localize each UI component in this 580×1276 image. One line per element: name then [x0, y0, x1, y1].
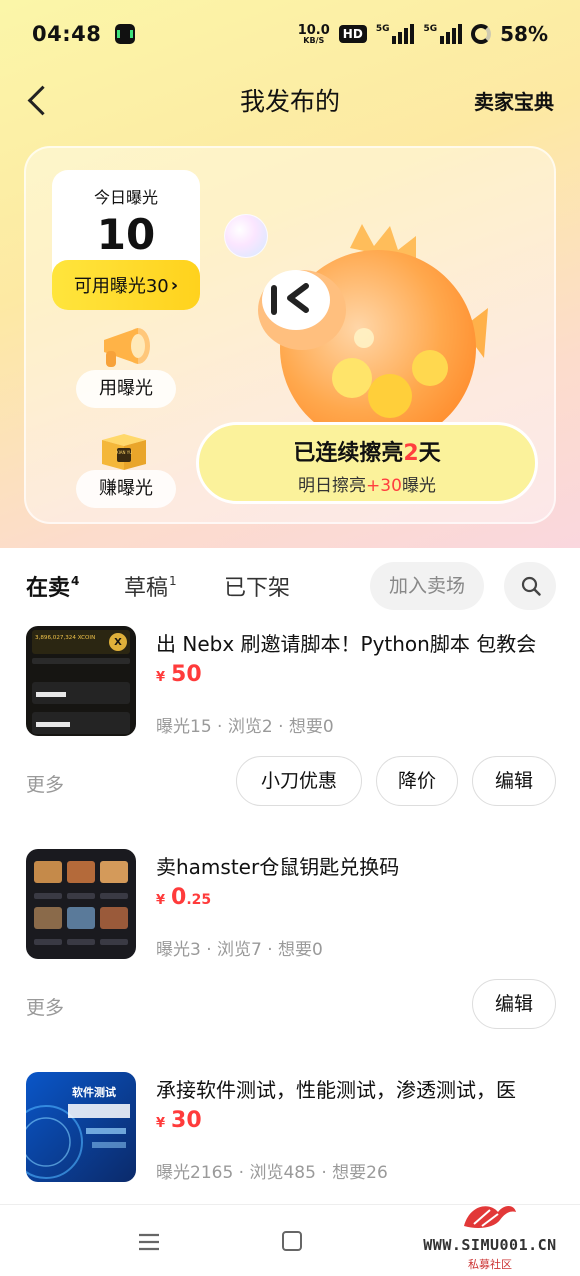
available-exposure-label: 可用曝光30: [73, 276, 169, 297]
watermark-text: WWW.SIMU001.CN: [423, 1236, 557, 1254]
use-exposure-button[interactable]: 用曝光: [76, 370, 176, 408]
price-currency: ¥: [156, 1116, 166, 1131]
network-speed-unit: KB/S: [303, 35, 325, 45]
thumbnail-image: 软件测试: [26, 1072, 136, 1182]
signal-icon-2: 5G: [423, 24, 463, 44]
tomorrow-prefix: 明日擦亮: [298, 476, 367, 496]
tab-drafts-count: 1: [169, 574, 177, 588]
price-decimal: .25: [186, 892, 212, 908]
listing-stats: 曝光2165 · 浏览485 · 想要26: [156, 1163, 388, 1183]
more-button[interactable]: 更多: [26, 993, 64, 1020]
listing-thumbnail[interactable]: [26, 849, 136, 959]
edit-button[interactable]: 编辑: [472, 756, 556, 806]
thumbnail-caption: 3,896,027,324 XCOIN: [35, 635, 95, 641]
listing-item[interactable]: 3,896,027,324 XCOIN X 出 Nebx 刷邀请脚本！Pytho…: [0, 626, 580, 806]
price-amount: 50: [171, 662, 202, 687]
earn-exposure-button[interactable]: 赚曝光: [76, 470, 176, 508]
tab-on-sale-count: 4: [71, 574, 80, 588]
site-watermark: WWW.SIMU001.CN 私募社区: [402, 1196, 578, 1272]
tab-drafts[interactable]: 草稿1: [124, 570, 177, 602]
tab-delisted-label: 已下架: [224, 576, 291, 601]
tomorrow-bonus-text: 明日擦亮+30曝光: [199, 471, 535, 496]
tab-drafts-label: 草稿: [124, 576, 169, 601]
watermark-logo-icon: [464, 1206, 516, 1228]
exposure-promo-card: 今日曝光 10 可用曝光30 › 用曝光 XIAN YU 赚曝光 已连续擦亮2天…: [24, 146, 556, 524]
listing-price: ¥30: [156, 1108, 202, 1133]
knife-discount-button[interactable]: 小刀优惠: [236, 756, 362, 806]
tab-on-sale-label: 在卖: [26, 576, 71, 601]
thumbnail-image: 3,896,027,324 XCOIN X: [26, 626, 136, 736]
listing-price: ¥0.25: [156, 885, 211, 910]
today-exposure-label: 今日曝光: [93, 188, 158, 207]
thumbnail-caption: 软件测试: [72, 1085, 116, 1099]
search-icon: [521, 576, 541, 596]
search-button[interactable]: [504, 562, 556, 610]
streak-suffix: 天: [418, 441, 441, 466]
svg-text:X: X: [114, 637, 122, 648]
hd-badge: HD: [338, 25, 367, 43]
status-bar: 04:48 10.0 KB/S HD 5G 5G 58%: [0, 0, 580, 68]
status-indicators: 10.0 KB/S HD 5G 5G 58%: [298, 22, 548, 46]
tomorrow-bonus-value: +30: [366, 476, 402, 496]
listing-thumbnail[interactable]: 3,896,027,324 XCOIN X: [26, 626, 136, 736]
menu-icon[interactable]: [138, 1233, 160, 1251]
listing-item[interactable]: 软件测试 承接软件测试，性能测试，渗透测试，医 ¥30 曝光2165 · 浏览4…: [0, 1072, 580, 1204]
listing-item[interactable]: 卖hamster仓鼠钥匙兑换码 ¥0.25 曝光3 · 浏览7 · 想要0 更多…: [0, 849, 580, 1029]
listing-price: ¥50: [156, 662, 202, 687]
price-currency: ¥: [156, 893, 166, 908]
thumbnail-image: [26, 849, 136, 959]
listing-stats: 曝光3 · 浏览7 · 想要0: [156, 940, 323, 960]
listing-title[interactable]: 出 Nebx 刷邀请脚本！Python脚本 包教会: [156, 628, 556, 657]
signal-1-label: 5G: [375, 24, 390, 34]
available-exposure-button[interactable]: 可用曝光30 ›: [52, 260, 200, 310]
tomorrow-suffix: 曝光: [401, 476, 436, 496]
listing-title[interactable]: 承接软件测试，性能测试，渗透测试，医: [156, 1074, 556, 1103]
edit-button[interactable]: 编辑: [472, 979, 556, 1029]
price-amount: 30: [171, 1108, 202, 1133]
signal-icon-1: 5G: [376, 24, 415, 44]
tab-delisted[interactable]: 已下架: [224, 570, 290, 602]
join-market-button[interactable]: 加入卖场: [370, 562, 484, 610]
streak-days: 2: [403, 441, 419, 466]
home-icon[interactable]: [282, 1231, 302, 1251]
more-button[interactable]: 更多: [26, 770, 64, 797]
streak-prefix: 已连续擦亮: [293, 441, 404, 466]
today-exposure-value: 10: [96, 210, 156, 259]
listing-title[interactable]: 卖hamster仓鼠钥匙兑换码: [156, 851, 556, 880]
listing-stats: 曝光15 · 浏览2 · 想要0: [156, 717, 334, 737]
battery-icon: [471, 24, 492, 44]
listing-thumbnail[interactable]: 软件测试: [26, 1072, 136, 1182]
network-speed: 10.0 KB/S: [298, 24, 330, 45]
listing-tabs-bar: 在卖4 草稿1 已下架 加入卖场: [0, 548, 580, 624]
seller-guide-link[interactable]: 卖家宝典: [474, 86, 554, 115]
tab-on-sale[interactable]: 在卖4: [26, 570, 80, 604]
price-amount: 0: [171, 885, 187, 910]
reduce-price-button[interactable]: 降价: [376, 756, 458, 806]
battery-percent: 58%: [500, 22, 548, 46]
app-notification-icon: [115, 24, 136, 44]
today-exposure-box: 今日曝光 10 可用曝光30 ›: [52, 170, 200, 310]
network-speed-value: 10.0: [297, 22, 330, 38]
xianyu-box-icon[interactable]: XIAN YU: [98, 430, 150, 472]
box-brand-text: XIAN YU: [116, 450, 132, 455]
streak-text: 已连续擦亮2天: [199, 435, 535, 467]
streak-box[interactable]: 已连续擦亮2天 明日擦亮+30曝光: [196, 422, 538, 504]
status-time: 04:48: [32, 22, 102, 46]
pufferfish-mascot-icon: [258, 224, 488, 438]
chevron-right-icon: ›: [170, 274, 179, 296]
navigation-bar: 我发布的 卖家宝典: [0, 72, 580, 128]
megaphone-icon[interactable]: [98, 324, 154, 374]
price-currency: ¥: [156, 670, 166, 685]
watermark-subtitle: 私募社区: [468, 1258, 512, 1271]
signal-2-label: 5G: [423, 24, 438, 34]
